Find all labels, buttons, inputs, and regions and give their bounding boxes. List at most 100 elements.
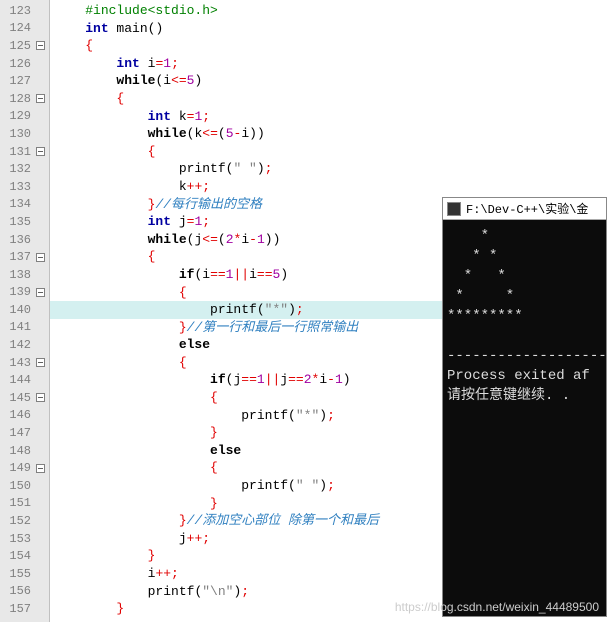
token [54,584,148,599]
token: i [140,56,156,71]
fold-minus-icon[interactable] [36,147,45,156]
token: { [85,38,93,53]
token [54,320,179,335]
fold-minus-icon[interactable] [36,393,45,402]
gutter-line: 151 [0,495,49,513]
fold-control[interactable] [34,39,47,52]
fold-control[interactable] [34,92,47,105]
gutter-line: 145 [0,389,49,407]
token: ( [218,126,226,141]
token: == [288,372,304,387]
token: printf [241,408,288,423]
gutter-line: 139 [0,284,49,302]
console-titlebar[interactable]: F:\Dev-C++\实验\金 [443,198,606,220]
fold-minus-icon[interactable] [36,94,45,103]
fold-control [34,180,47,193]
token: ; [327,408,335,423]
code-line[interactable]: int k=1; [50,108,607,126]
fold-control[interactable] [34,391,47,404]
token: } [179,320,187,335]
line-number: 135 [3,215,31,229]
token [54,513,179,528]
code-line[interactable]: printf(" "); [50,160,607,178]
line-number: 123 [3,4,31,18]
token: 2 [226,232,234,247]
token [54,267,179,282]
token [54,144,148,159]
token: 1 [335,372,343,387]
token: ++ [187,179,203,194]
token: ( [288,478,296,493]
token: k [171,109,187,124]
line-number: 153 [3,532,31,546]
line-number: 138 [3,268,31,282]
token: ) [343,372,351,387]
token: ) [273,232,281,247]
fold-minus-icon[interactable] [36,41,45,50]
token: j [280,372,288,387]
token [54,161,179,176]
gutter-line: 146 [0,407,49,425]
fold-control[interactable] [34,145,47,158]
token: 1 [257,372,265,387]
token: { [148,144,156,159]
token: ) [249,126,257,141]
token [54,390,210,405]
token: ; [241,584,249,599]
gutter-line: 136 [0,231,49,249]
token: else [210,443,241,458]
code-line[interactable]: #include<stdio.h> [50,2,607,20]
fold-minus-icon[interactable] [36,253,45,262]
line-number: 129 [3,109,31,123]
fold-control[interactable] [34,286,47,299]
code-line[interactable]: k++; [50,178,607,196]
gutter-line: 155 [0,565,49,583]
gutter-line: 130 [0,125,49,143]
token: ++ [155,566,171,581]
token: int [148,109,171,124]
code-line[interactable]: while(k<=(5-i)) [50,125,607,143]
fold-control [34,127,47,140]
token: i [241,232,249,247]
token: ) [319,408,327,423]
code-line[interactable]: while(i<=5) [50,72,607,90]
code-line[interactable]: { [50,37,607,55]
token [54,531,179,546]
line-number: 149 [3,461,31,475]
fold-control[interactable] [34,356,47,369]
token [54,372,210,387]
gutter-line: 148 [0,442,49,460]
gutter-line: 149 [0,459,49,477]
token: == [241,372,257,387]
fold-control[interactable] [34,251,47,264]
fold-minus-icon[interactable] [36,288,45,297]
gutter-line: 133 [0,178,49,196]
token: ) [257,161,265,176]
line-number: 127 [3,74,31,88]
token: || [233,267,249,282]
code-line[interactable]: { [50,90,607,108]
token: ; [202,109,210,124]
fold-control [34,215,47,228]
line-number: 148 [3,444,31,458]
code-line[interactable]: int i=1; [50,55,607,73]
line-number: 150 [3,479,31,493]
gutter-line: 135 [0,213,49,231]
gutter-line: 142 [0,336,49,354]
token [54,425,210,440]
token: while [148,232,187,247]
line-number: 131 [3,145,31,159]
line-number: 157 [3,602,31,616]
code-line[interactable]: { [50,143,607,161]
token: 5 [226,126,234,141]
fold-control [34,198,47,211]
token: == [257,267,273,282]
fold-minus-icon[interactable] [36,464,45,473]
gutter: 1231241251261271281291301311321331341351… [0,0,50,622]
line-number: 128 [3,92,31,106]
fold-minus-icon[interactable] [36,358,45,367]
fold-control[interactable] [34,462,47,475]
console-icon [447,202,461,216]
code-line[interactable]: int main() [50,20,607,38]
token: ( [288,408,296,423]
